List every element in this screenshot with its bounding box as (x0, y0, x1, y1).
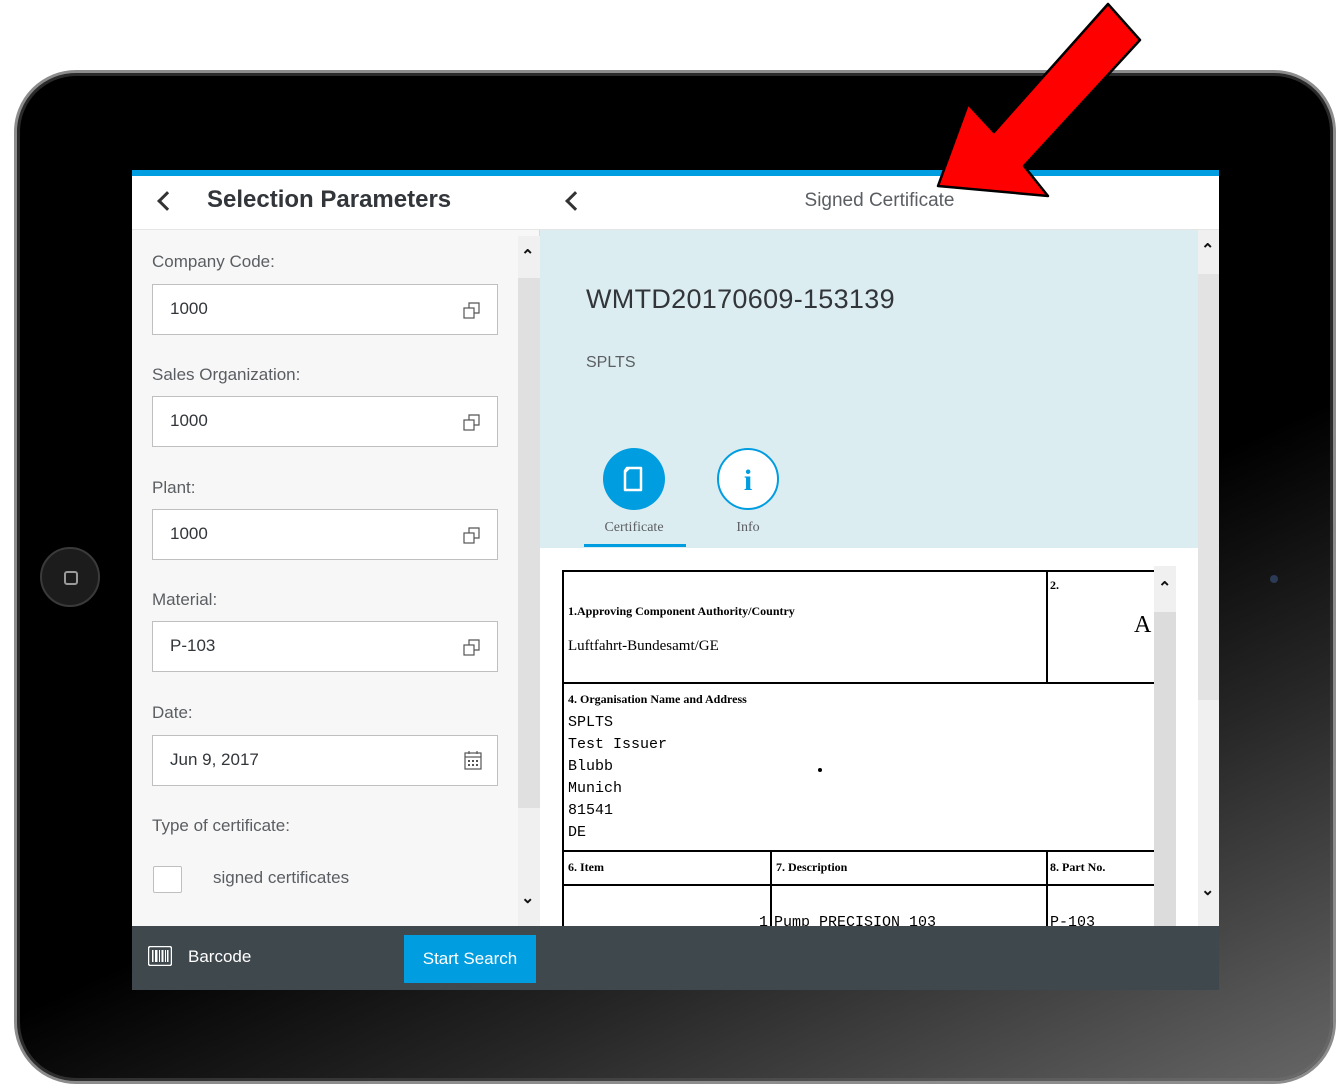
document-icon (623, 466, 643, 492)
tab-info-label: Info (736, 520, 760, 535)
plant-label: Plant: (152, 478, 196, 497)
signed-certificates-label: signed certificates (213, 868, 350, 887)
dot-mark (818, 768, 822, 772)
detail-pane: Signed Certificate WMTD20170609-153139 S… (540, 176, 1219, 990)
material-label: Material: (152, 590, 218, 609)
col-partno-header: 8. Part No. (1046, 850, 1166, 886)
scroll-up-icon[interactable]: ⌃ (1158, 578, 1171, 598)
tab-certificate-label: Certificate (604, 520, 664, 535)
detail-scrollbar-thumb[interactable] (1198, 274, 1219, 700)
value-help-icon[interactable] (463, 638, 481, 656)
barcode-label: Barcode (188, 947, 252, 966)
signed-certificates-checkbox[interactable] (153, 866, 182, 893)
tab-info-circle: i (717, 448, 779, 510)
row-item-cell: 1 (562, 884, 772, 928)
master-scrollbar-thumb[interactable] (518, 278, 540, 808)
certificate-form: 1.Approving Component Authority/Country … (562, 570, 1166, 928)
col6-title: 6. Item (568, 860, 604, 874)
address-line: SPLTS (568, 714, 614, 731)
address-block: SPLTS Test Issuer Blubb Munich 81541 DE (568, 712, 667, 844)
address-line: Test Issuer (568, 736, 668, 753)
sales-org-label: Sales Organization: (152, 365, 301, 384)
row-partno-cell: P-103 (1046, 884, 1166, 928)
annotation-arrow-icon (936, 2, 1142, 198)
date-input[interactable]: Jun 9, 2017 (152, 735, 498, 786)
value-help-icon[interactable] (463, 526, 481, 544)
box1-value: Luftfahrt-Bundesamt/GE (568, 638, 719, 654)
home-button[interactable] (40, 547, 100, 607)
company-code-input[interactable]: 1000 (152, 284, 498, 335)
tab-selected-indicator (584, 544, 686, 547)
tab-info[interactable]: i Info (698, 448, 798, 536)
master-header: Selection Parameters (132, 176, 540, 230)
date-value: Jun 9, 2017 (170, 750, 259, 769)
col8-title: 8. Part No. (1050, 860, 1106, 874)
address-line: Blubb (568, 758, 614, 775)
info-icon: i (744, 464, 752, 497)
object-title: WMTD20170609-153139 (586, 284, 895, 314)
master-footer: Barcode Start Search (132, 926, 540, 990)
box2-title: 2. (1050, 578, 1059, 592)
master-pane: Selection Parameters Company Code: 1000 … (132, 176, 540, 990)
scroll-up-icon[interactable]: ⌃ (1201, 240, 1214, 260)
camera-dot (1270, 575, 1278, 583)
certificate-document: 1.Approving Component Authority/Country … (560, 566, 1176, 928)
material-input[interactable]: P-103 (152, 621, 498, 672)
tab-certificate[interactable]: Certificate (584, 448, 684, 536)
box-2: 2. A (1046, 570, 1166, 684)
object-subtitle: SPLTS (586, 354, 636, 371)
col7-title: 7. Description (776, 860, 848, 874)
company-code-label: Company Code: (152, 252, 275, 271)
col-item-header: 6. Item (562, 850, 772, 886)
company-code-value: 1000 (170, 299, 208, 318)
value-help-icon[interactable] (463, 413, 481, 431)
box-approving-authority: 1.Approving Component Authority/Country … (562, 570, 1048, 684)
master-title: Selection Parameters (207, 186, 452, 213)
address-line: DE (568, 824, 587, 841)
box-organisation: 4. Organisation Name and Address SPLTS T… (562, 682, 1166, 852)
scroll-down-icon[interactable]: ⌄ (1201, 880, 1214, 900)
value-help-icon[interactable] (463, 301, 481, 319)
date-label: Date: (152, 703, 193, 722)
sales-org-value: 1000 (170, 411, 208, 430)
master-scrollbar[interactable]: ⌃ ⌄ (518, 236, 540, 928)
document-scrollbar[interactable]: ⌃ (1154, 566, 1176, 928)
address-line: Munich (568, 780, 623, 797)
detail-footer (540, 926, 1219, 990)
scroll-up-icon[interactable]: ⌃ (521, 246, 534, 266)
barcode-icon (148, 946, 172, 966)
row-description-cell: Pump PRECISION 103 (770, 884, 1048, 928)
certificate-type-label: Type of certificate: (152, 816, 290, 835)
box1-title: 1.Approving Component Authority/Country (568, 604, 795, 618)
app-screen: Selection Parameters Company Code: 1000 … (132, 170, 1219, 990)
address-line: 81541 (568, 802, 614, 819)
col-description-header: 7. Description (770, 850, 1048, 886)
back-chevron-icon[interactable] (157, 191, 177, 211)
material-value: P-103 (170, 636, 216, 655)
sales-org-input[interactable]: 1000 (152, 396, 498, 447)
box2-value: A (1134, 612, 1152, 638)
detail-scrollbar[interactable]: ⌃ ⌄ (1198, 230, 1219, 928)
object-header: WMTD20170609-153139 SPLTS Certificate i (540, 230, 1198, 548)
home-button-icon (64, 571, 78, 585)
svg-text:i: i (744, 464, 752, 497)
plant-input[interactable]: 1000 (152, 509, 498, 560)
calendar-icon[interactable] (464, 750, 482, 770)
plant-value: 1000 (170, 524, 208, 543)
start-search-button[interactable]: Start Search (404, 935, 536, 983)
scroll-down-icon[interactable]: ⌄ (521, 888, 534, 908)
box4-title: 4. Organisation Name and Address (568, 692, 747, 706)
tab-certificate-circle (603, 448, 665, 510)
